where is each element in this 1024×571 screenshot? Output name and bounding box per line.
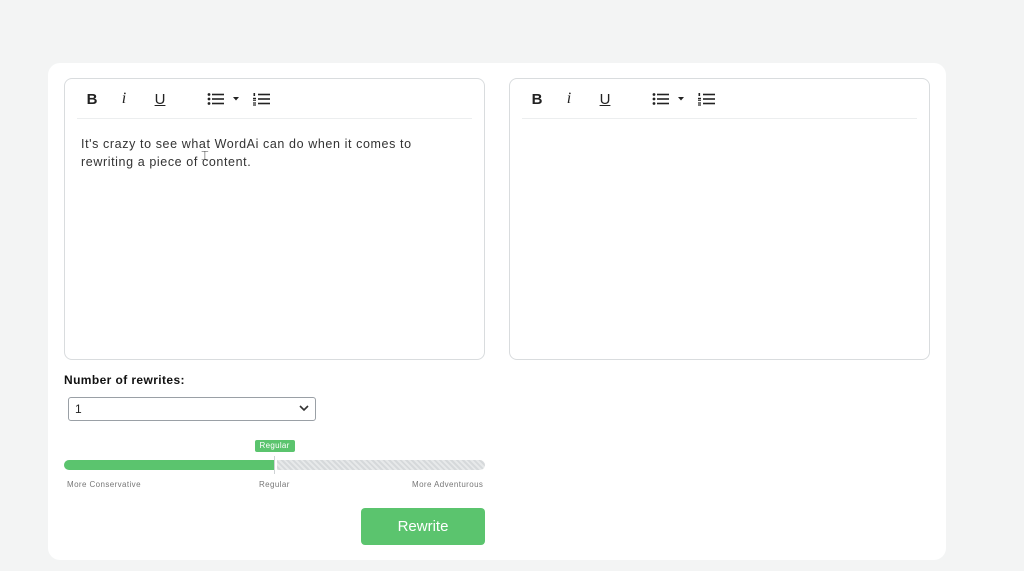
output-editor[interactable]: B i U (509, 78, 930, 360)
chevron-down-icon (678, 97, 684, 101)
underline-button[interactable]: U (153, 89, 167, 109)
chevron-down-icon (299, 405, 309, 412)
rewriter-panel: B i U It's crazy to see what WordAi can … (48, 63, 946, 560)
numbered-list-button[interactable] (698, 89, 716, 109)
bullet-list-icon (207, 93, 239, 105)
input-editor[interactable]: B i U It's crazy to see what WordAi can … (64, 78, 485, 360)
slider-fill (64, 460, 275, 470)
text-cursor-icon: ⌶ (201, 148, 209, 163)
bullet-list-button[interactable] (652, 89, 686, 109)
bullet-list-button[interactable] (207, 89, 241, 109)
input-editor-toolbar: B i U (77, 79, 472, 119)
input-editor-text[interactable]: It's crazy to see what WordAi can do whe… (81, 135, 468, 171)
bullet-list-icon (652, 93, 684, 105)
slider-value-tooltip: Regular (254, 440, 295, 452)
numbered-list-icon (698, 93, 715, 106)
numbered-list-icon (253, 93, 270, 106)
rewrites-label: Number of rewrites: (64, 373, 185, 387)
slider-label-regular: Regular (259, 480, 290, 489)
output-editor-toolbar: B i U (522, 79, 917, 119)
italic-button[interactable]: i (564, 89, 574, 109)
bold-button[interactable]: B (85, 89, 99, 109)
slider-label-adventurous: More Adventurous (412, 480, 484, 489)
rewrites-selected-value: 1 (75, 402, 82, 416)
italic-button[interactable]: i (119, 89, 129, 109)
rewrites-select[interactable]: 1 (68, 397, 316, 421)
slider-handle[interactable] (273, 456, 277, 474)
bold-button[interactable]: B (530, 89, 544, 109)
rewrite-button[interactable]: Rewrite (361, 508, 485, 545)
chevron-down-icon (233, 97, 239, 101)
underline-button[interactable]: U (598, 89, 612, 109)
slider-label-conservative: More Conservative (67, 480, 141, 489)
numbered-list-button[interactable] (253, 89, 271, 109)
